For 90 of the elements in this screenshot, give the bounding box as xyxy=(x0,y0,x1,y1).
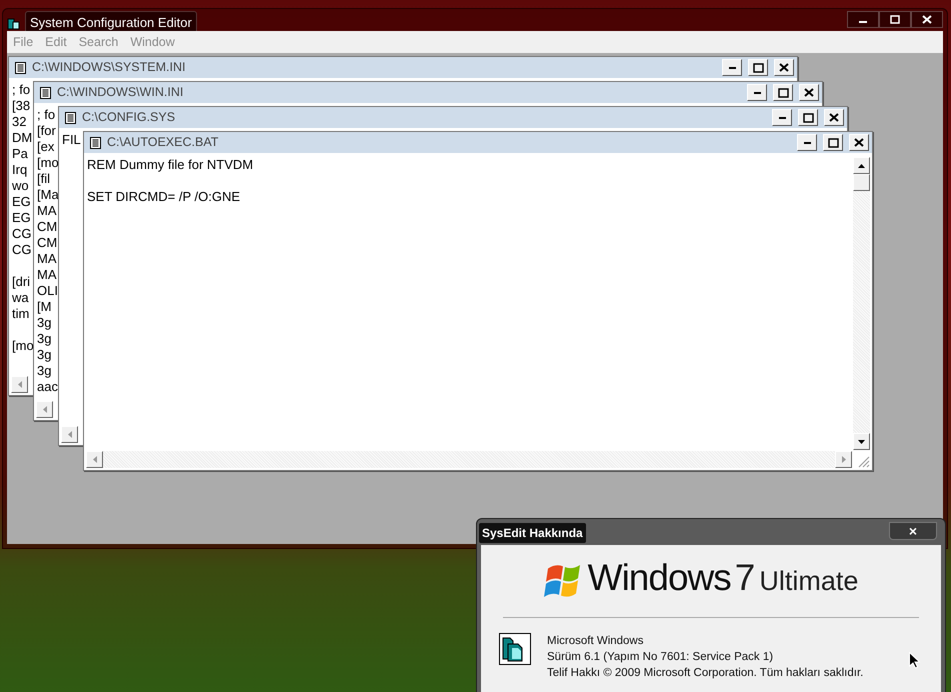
up-arrow-icon xyxy=(858,164,865,168)
document-icon xyxy=(65,112,76,124)
text-line: EG xyxy=(12,194,31,210)
info-text: Telif Hakkı © 2009 Microsoft Corporation. Tüm hakları saklıdır. xyxy=(547,666,864,681)
maximize-icon xyxy=(828,138,838,148)
text-line: aac xyxy=(37,379,58,395)
minimize-button[interactable] xyxy=(847,11,879,28)
left-arrow-icon xyxy=(68,431,72,438)
text-line: [M xyxy=(37,299,52,315)
logo-version: 7 xyxy=(734,559,756,597)
maximize-icon xyxy=(802,112,814,122)
close-button[interactable] xyxy=(911,11,943,28)
document-icon xyxy=(40,86,51,98)
text-line: [dri xyxy=(12,274,30,290)
text-line: 3g xyxy=(37,315,52,331)
text-line: CG xyxy=(12,242,32,258)
close-icon xyxy=(779,63,789,72)
text-line: [fil xyxy=(37,171,50,187)
text-line: tim xyxy=(12,306,30,322)
text-line: OLI xyxy=(37,283,58,299)
right-arrow-icon xyxy=(842,456,846,463)
horizontal-scrollbar[interactable] xyxy=(86,451,852,468)
scroll-left-button[interactable] xyxy=(11,376,28,393)
text-line: [for xyxy=(37,123,56,139)
edition-text: Ultimate xyxy=(759,565,858,597)
dialog-title: SysEdit Hakkında xyxy=(479,523,586,543)
text-line: SET DIRCMD= /P /O:GNE xyxy=(87,189,240,205)
scroll-down-button[interactable] xyxy=(853,433,870,450)
maximize-icon xyxy=(890,15,900,24)
text-line: 3g xyxy=(37,331,52,347)
text-line: MA xyxy=(37,251,56,267)
scroll-left-button[interactable] xyxy=(61,426,78,443)
close-icon xyxy=(804,88,814,97)
text-line: 3g xyxy=(37,347,52,363)
left-arrow-icon xyxy=(42,406,46,413)
app-icon xyxy=(7,16,21,30)
text-line: wo xyxy=(12,178,29,194)
maximize-button[interactable] xyxy=(879,11,911,28)
scroll-left-button[interactable] xyxy=(86,451,103,468)
text-line: [mo xyxy=(37,155,59,171)
document-icon xyxy=(15,62,26,74)
text-line: Pa xyxy=(12,146,28,162)
text-line: ; fo xyxy=(12,82,30,98)
text-line: wa xyxy=(12,290,29,306)
text-line: FIL xyxy=(62,132,81,148)
document-icon xyxy=(90,136,101,148)
text-line: REM Dummy file for NTVDM xyxy=(87,157,254,173)
document-title: C:\AUTOEXEC.BAT xyxy=(107,134,220,152)
scroll-left-button[interactable] xyxy=(36,401,53,418)
scroll-up-button[interactable] xyxy=(853,157,870,174)
text-line: CM xyxy=(37,219,58,235)
document-title: C:\WINDOWS\WIN.INI xyxy=(57,84,184,102)
text-line: [38 xyxy=(12,98,30,114)
info-text: Sürüm 6.1 (Yapım No 7601: Service Pack 1) xyxy=(547,650,774,665)
close-icon xyxy=(829,113,839,122)
info-text: Microsoft Windows xyxy=(547,634,644,649)
text-line: EG xyxy=(12,210,31,226)
minimize-icon xyxy=(804,142,810,144)
maximize-icon xyxy=(752,62,764,72)
text-line: CM xyxy=(37,235,58,251)
text-line: [mo xyxy=(12,338,34,354)
vertical-scrollbar[interactable] xyxy=(853,157,870,450)
scroll-thumb[interactable] xyxy=(853,174,870,191)
maximize-icon xyxy=(778,88,788,98)
left-arrow-icon xyxy=(92,456,96,463)
documents-icon xyxy=(499,633,531,665)
left-arrow-icon xyxy=(18,381,22,388)
text-line: MA xyxy=(37,203,56,219)
text-line: [Ma xyxy=(37,187,59,203)
close-button[interactable]: × xyxy=(889,522,937,540)
text-line: Irq xyxy=(12,162,28,178)
scroll-right-button[interactable] xyxy=(835,451,852,468)
close-icon xyxy=(922,15,932,24)
text-line: 32 xyxy=(12,114,26,130)
resize-grip-icon xyxy=(856,454,870,468)
close-icon xyxy=(854,138,864,147)
text-line: ; fo xyxy=(37,107,56,123)
minimize-icon xyxy=(754,92,760,94)
down-arrow-icon xyxy=(858,440,865,444)
document-title: C:\WINDOWS\SYSTEM.INI xyxy=(32,59,186,76)
logo-text: Windows xyxy=(588,559,731,597)
text-line: 3g xyxy=(37,363,52,379)
text-line: DM xyxy=(12,130,32,146)
text-line: [ex xyxy=(37,139,54,155)
document-title: C:\CONFIG.SYS xyxy=(82,109,176,126)
minimize-icon xyxy=(778,116,786,118)
text-line: MA xyxy=(37,267,56,283)
text-line: CG xyxy=(12,226,32,242)
mouse-cursor-icon xyxy=(909,652,920,669)
minimize-icon xyxy=(728,66,736,68)
